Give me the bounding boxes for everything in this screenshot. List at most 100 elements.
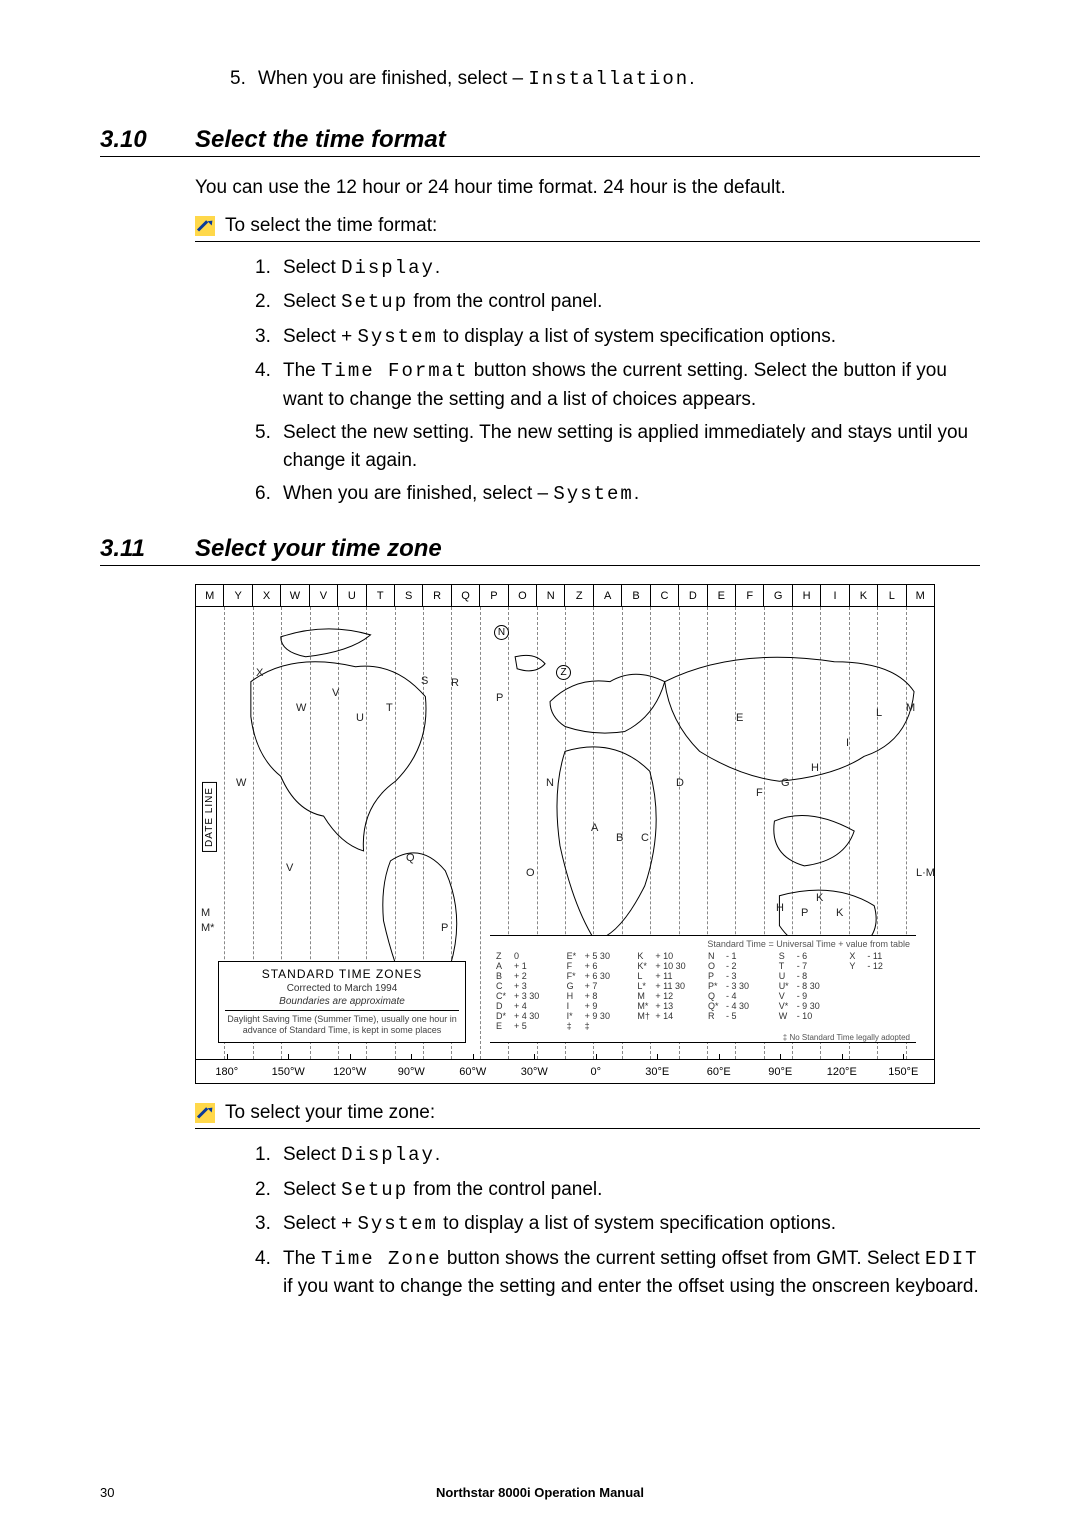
zone-letter-cell: U (338, 585, 366, 606)
step-text: Select + System to display a list of sys… (283, 323, 980, 352)
legend-box: STANDARD TIME ZONES Corrected to March 1… (218, 961, 466, 1043)
section-intro: You can use the 12 hour or 24 hour time … (195, 175, 980, 201)
longitude-axis: 180°150°W120°W90°W60°W30°W0°30°E60°E90°E… (196, 1059, 934, 1083)
step-text: Select Setup from the control panel. (283, 288, 980, 317)
zone-letter-cell: B (622, 585, 650, 606)
longitude-label: 0° (565, 1060, 627, 1083)
section-3-10-heading: 3.10 Select the time format (100, 126, 980, 157)
step-item: 1.Select Display. (255, 1141, 980, 1170)
zone-letter-cell: R (423, 585, 451, 606)
zone-letter-cell: N (537, 585, 565, 606)
longitude-label: 30°E (627, 1060, 689, 1083)
zone-letter-cell: W (281, 585, 309, 606)
step-text: Select Display. (283, 254, 980, 283)
tz-column: K+ 10K*+ 10 30L+ 11L*+ 11 30M+ 12M*+ 13M… (637, 951, 698, 1031)
procedure-title: To select the time format: (225, 215, 437, 237)
prev-section-step-5: 5. When you are finished, select – Insta… (230, 68, 980, 90)
longitude-label: 120°W (319, 1060, 381, 1083)
tz-offset-table: Standard Time = Universal Time + value f… (490, 935, 916, 1043)
zone-letter-cell: X (253, 585, 281, 606)
longitude-label: 90°E (750, 1060, 812, 1083)
step-text: Select + System to display a list of sys… (283, 1210, 980, 1239)
procedure-heading: To select the time format: (195, 215, 980, 242)
procedure-title: To select your time zone: (225, 1102, 435, 1124)
section-3-11-body: To select your time zone: 1.Select Displ… (195, 1102, 980, 1301)
zone-letter-cell: O (509, 585, 537, 606)
step-number: 3. (255, 323, 283, 352)
section-number: 3.10 (100, 126, 195, 154)
zone-letter-cell: S (395, 585, 423, 606)
zone-letter-cell: G (764, 585, 792, 606)
legend-title: STANDARD TIME ZONES (225, 967, 459, 981)
page: 5. When you are finished, select – Insta… (0, 0, 1080, 1540)
zone-letter-cell: Q (452, 585, 480, 606)
zone-letter-cell: I (821, 585, 849, 606)
zone-letter-cell: H (793, 585, 821, 606)
step-item: 5.Select the new setting. The new settin… (255, 419, 980, 474)
zone-letter-cell: E (708, 585, 736, 606)
section-title: Select your time zone (195, 535, 442, 563)
longitude-label: 150°E (873, 1060, 935, 1083)
section-3-11-heading: 3.11 Select your time zone (100, 535, 980, 566)
tz-column: X- 11Y- 12 (849, 951, 910, 1031)
timezone-map-figure: MYXWVUTSRQPONZABCDEFGHIKLM (195, 584, 935, 1084)
pencil-icon (195, 1103, 215, 1123)
step-number: 3. (255, 1210, 283, 1239)
step-item: 2.Select Setup from the control panel. (255, 288, 980, 317)
step-text: The Time Format button shows the current… (283, 357, 980, 413)
step-number: 1. (255, 1141, 283, 1170)
zone-letter-cell: Y (224, 585, 252, 606)
zone-letter-cell: L (878, 585, 906, 606)
tz-column: Z0A+ 1B+ 2C+ 3C*+ 3 30D+ 4D*+ 4 30E+ 5 (496, 951, 557, 1031)
section-3-10-body: You can use the 12 hour or 24 hour time … (195, 175, 980, 509)
zone-letter-cell: F (736, 585, 764, 606)
zone-letter-cell: C (651, 585, 679, 606)
step-item: 2.Select Setup from the control panel. (255, 1176, 980, 1205)
step-number: 2. (255, 1176, 283, 1205)
step-text: Select Setup from the control panel. (283, 1176, 980, 1205)
step-item: 1.Select Display. (255, 254, 980, 283)
zone-letter-cell: Z (565, 585, 593, 606)
section-number: 3.11 (100, 535, 195, 563)
step-item: 6.When you are finished, select – System… (255, 480, 980, 509)
step-item: 3.Select + System to display a list of s… (255, 1210, 980, 1239)
step-list-310: 1.Select Display.2.Select Setup from the… (255, 254, 980, 509)
step-number: 4. (255, 357, 283, 413)
step-number: 4. (255, 1245, 283, 1301)
zone-letter-cell: M (196, 585, 224, 606)
longitude-label: 60°W (442, 1060, 504, 1083)
step-text: Select the new setting. The new setting … (283, 419, 980, 474)
step-text: Select Display. (283, 1141, 980, 1170)
timezone-figure-wrap: MYXWVUTSRQPONZABCDEFGHIKLM (195, 584, 980, 1084)
page-number: 30 (100, 1485, 160, 1500)
step-item: 4.The Time Format button shows the curre… (255, 357, 980, 413)
step-text: When you are finished, select – System. (283, 480, 980, 509)
step-number: 1. (255, 254, 283, 283)
footer-title: Northstar 8000i Operation Manual (160, 1485, 920, 1500)
step-list-311: 1.Select Display.2.Select Setup from the… (255, 1141, 980, 1301)
legend-line: Daylight Saving Time (Summer Time), usua… (225, 1014, 459, 1036)
zone-letter-cell: P (480, 585, 508, 606)
legend-line: Corrected to March 1994 (225, 983, 459, 994)
step-text: The Time Zone button shows the current s… (283, 1245, 980, 1301)
longitude-label: 60°E (688, 1060, 750, 1083)
longitude-label: 120°E (811, 1060, 873, 1083)
longitude-label: 150°W (258, 1060, 320, 1083)
tz-column: N- 1O- 2P- 3P*- 3 30Q- 4Q*- 4 30R- 5 (708, 951, 769, 1031)
step-number: 5. (230, 68, 258, 90)
dateline-label: DATE LINE (202, 782, 217, 852)
longitude-label: 180° (196, 1060, 258, 1083)
zone-letter-cell: V (310, 585, 338, 606)
section-title: Select the time format (195, 126, 446, 154)
zone-letter-cell: K (850, 585, 878, 606)
longitude-label: 30°W (504, 1060, 566, 1083)
step-number: 2. (255, 288, 283, 317)
step-number: 5. (255, 419, 283, 474)
page-footer: 30 Northstar 8000i Operation Manual (100, 1485, 980, 1500)
tz-table-note: ‡ No Standard Time legally adopted (496, 1033, 910, 1042)
longitude-label: 90°W (381, 1060, 443, 1083)
tz-table-head: Standard Time = Universal Time + value f… (496, 939, 910, 949)
procedure-heading: To select your time zone: (195, 1102, 980, 1129)
pencil-icon (195, 216, 215, 236)
step-item: 3.Select + System to display a list of s… (255, 323, 980, 352)
